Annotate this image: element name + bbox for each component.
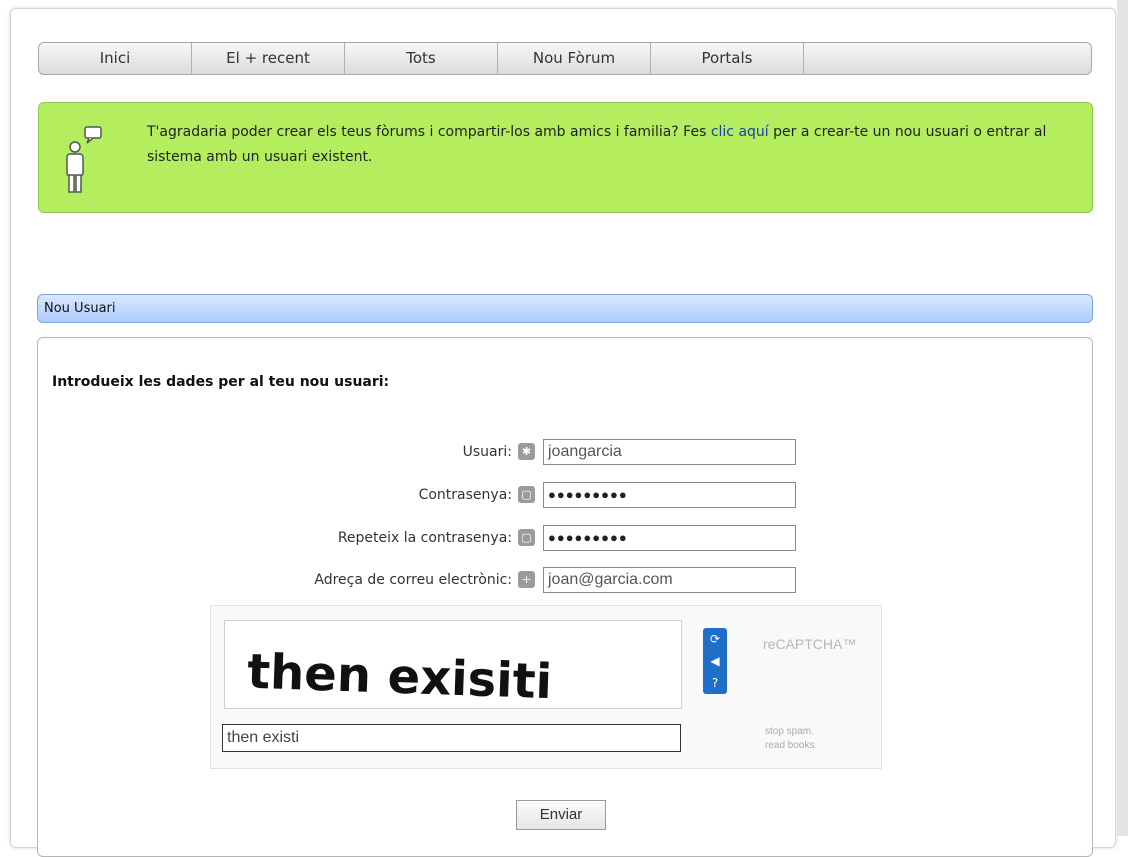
- captcha-image: then exisiti: [224, 620, 682, 711]
- form-intro: Introdueix les dades per al teu nou usua…: [52, 374, 390, 390]
- recaptcha-widget: then exisiti ⟳ ◀ ? reCAPTCHA™ stop spam.…: [210, 605, 882, 769]
- user-speech-icon: [66, 126, 102, 193]
- username-field[interactable]: joangarcia: [543, 439, 796, 465]
- tab-nou-forum[interactable]: Nou Fòrum: [498, 43, 651, 74]
- captcha-words: then exisiti: [246, 644, 553, 711]
- password-label: Contrasenya:: [418, 487, 512, 503]
- user-field-icon: ✱: [518, 443, 535, 460]
- username-label: Usuari:: [462, 444, 512, 460]
- tab-inici[interactable]: Inici: [39, 43, 192, 74]
- recaptcha-tagline: stop spam. read books.: [765, 725, 817, 753]
- email-label: Adreça de correu electrònic:: [314, 572, 512, 588]
- lock-icon: ▢: [518, 529, 535, 546]
- section-title: Nou Usuari: [37, 294, 1093, 323]
- captcha-answer-field[interactable]: then existi: [222, 724, 681, 752]
- repeat-password-label: Repeteix la contrasenya:: [337, 530, 512, 546]
- window-scrollbar[interactable]: [1117, 0, 1128, 836]
- captcha-word-text: then exisiti: [246, 644, 553, 708]
- tagline-line-1: stop spam.: [765, 726, 814, 737]
- info-banner: T'agradaria poder crear els teus fòrums …: [38, 102, 1093, 213]
- lock-icon: ▢: [518, 486, 535, 503]
- help-icon[interactable]: ?: [703, 672, 727, 694]
- email-field-icon: +: [518, 571, 535, 588]
- reload-icon[interactable]: ⟳: [703, 628, 727, 650]
- password-field[interactable]: ●●●●●●●●●: [543, 482, 796, 508]
- tab-portals[interactable]: Portals: [651, 43, 804, 74]
- new-user-panel: Introdueix les dades per al teu nou usua…: [37, 337, 1093, 857]
- email-row: Adreça de correu electrònic:: [200, 568, 512, 594]
- repeat-password-row: Repeteix la contrasenya:: [200, 526, 512, 552]
- repeat-password-field[interactable]: ●●●●●●●●●: [543, 525, 796, 551]
- username-row: Usuari:: [200, 440, 512, 466]
- main-nav: Inici El + recent Tots Nou Fòrum Portals: [38, 42, 1092, 75]
- recaptcha-logo: reCAPTCHA™: [763, 636, 857, 652]
- audio-icon[interactable]: ◀: [703, 650, 727, 672]
- banner-message: T'agradaria poder crear els teus fòrums …: [147, 120, 1077, 170]
- captcha-controls: ⟳ ◀ ?: [703, 628, 727, 694]
- banner-text-start: T'agradaria poder crear els teus fòrums …: [147, 124, 711, 140]
- submit-button[interactable]: Enviar: [516, 800, 606, 830]
- password-row: Contrasenya:: [200, 483, 512, 509]
- tab-tots[interactable]: Tots: [345, 43, 498, 74]
- tagline-line-2: read books.: [765, 740, 818, 751]
- tab-recent[interactable]: El + recent: [192, 43, 345, 74]
- register-link[interactable]: clic aquí: [711, 124, 769, 140]
- email-field[interactable]: joan@garcia.com: [543, 567, 796, 593]
